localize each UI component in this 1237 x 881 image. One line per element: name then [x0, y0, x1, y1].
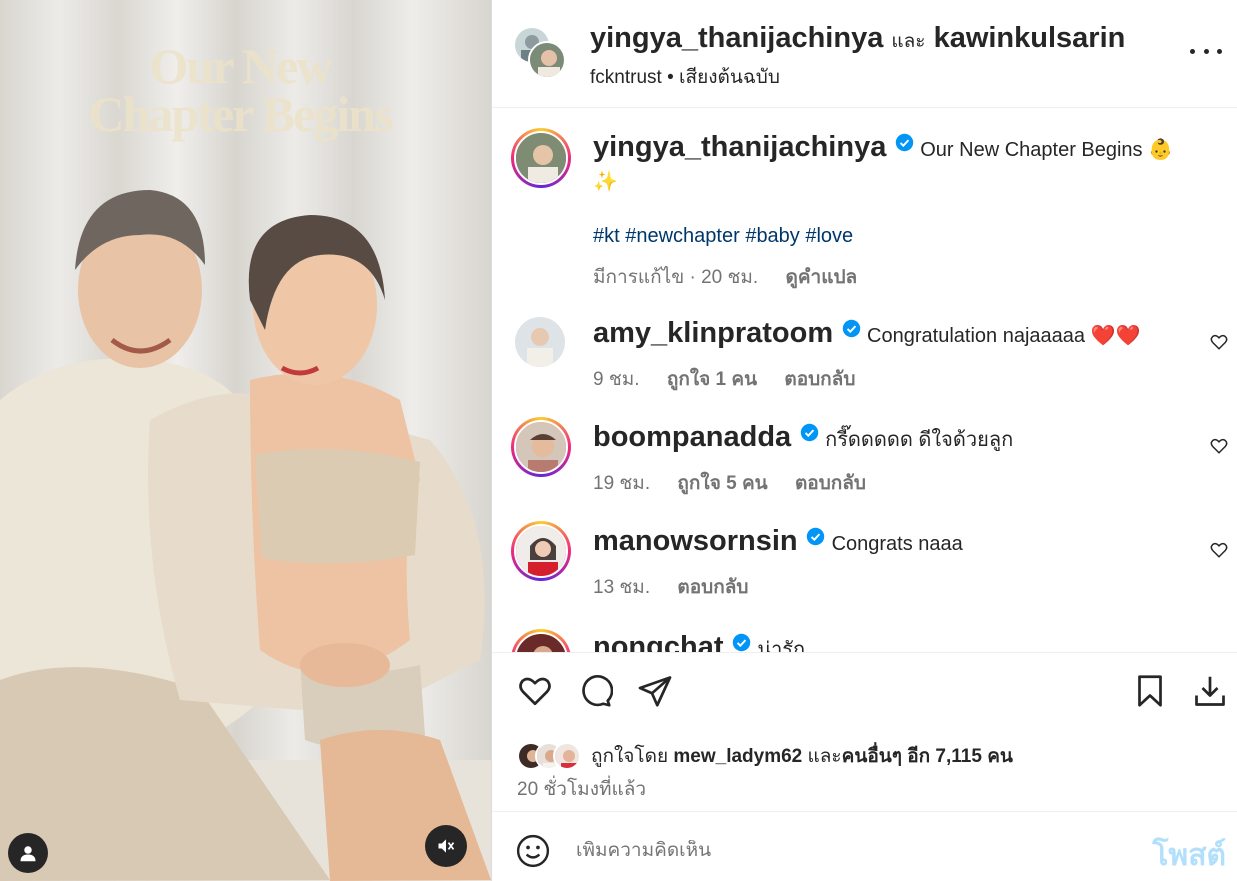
user-icon — [20, 846, 36, 862]
avatar[interactable] — [511, 629, 571, 652]
audio-user[interactable]: fckntrust — [590, 67, 662, 88]
caption-text-line2: ✨ — [593, 171, 618, 193]
verified-badge-icon — [800, 423, 818, 442]
tagged-users-button[interactable] — [8, 833, 48, 873]
avatar[interactable] — [553, 742, 581, 770]
comment-row: boompanadda กรี๊ดดดดด ดีใจด้วยลูก — [593, 421, 1013, 455]
liked-by-row: ถูกใจโดย mew_ladym62 และคนอื่นๆ อีก 7,11… — [517, 741, 1013, 771]
verified-badge-icon — [732, 633, 751, 652]
audio-info: fckntrust • เสียงต้นฉบับ — [590, 62, 780, 92]
comment-time: 13 ชม. — [593, 577, 651, 598]
avatar[interactable] — [511, 521, 571, 581]
comment-likes[interactable]: ถูกใจ 1 คน — [667, 369, 757, 390]
like-comment-heart-icon[interactable] — [1210, 437, 1228, 455]
comment-row: amy_klinpratoom Congratulation najaaaaa … — [593, 317, 1140, 350]
comment-likes[interactable]: ถูกใจ 5 คน — [677, 473, 767, 494]
comment-username[interactable]: boompanadda — [593, 421, 791, 453]
post-header: yingya_thanijachinya และ kawinkulsarin f… — [492, 0, 1237, 108]
emoji-icon[interactable] — [516, 834, 550, 868]
comment-time: 9 ชม. — [593, 369, 640, 390]
verified-badge-icon — [895, 133, 913, 152]
caption-meta: มีการแก้ไข · 20 ชม. ดูคำแปล — [593, 267, 858, 288]
comment-username[interactable]: nongchat — [593, 631, 724, 652]
caption-row: yingya_thanijachinya Our New Chapter Beg… — [593, 131, 1173, 164]
comment-text: Congratulation najaaaaa ❤️❤️ — [867, 325, 1141, 347]
comment-username[interactable]: manowsornsin — [593, 525, 798, 557]
edited-label: มีการแก้ไข — [593, 267, 685, 288]
audio-separator: • — [667, 67, 674, 88]
comment-time: 19 ชม. — [593, 473, 651, 494]
liked-by-prefix: ถูกใจโดย — [591, 746, 669, 767]
audio-label[interactable]: เสียงต้นฉบับ — [679, 67, 780, 88]
add-comment-bar: โพสต์ — [492, 811, 1237, 881]
caption-time: 20 ชม. — [701, 267, 759, 288]
comment-input[interactable] — [576, 840, 1136, 862]
comment-username[interactable]: amy_klinpratoom — [593, 317, 833, 349]
post-time-ago[interactable]: 20 ชั่วโมงที่แล้ว — [517, 774, 646, 804]
caption-text: Our New Chapter Begins 👶 — [920, 139, 1174, 161]
avatar[interactable] — [515, 317, 565, 367]
like-comment-heart-icon[interactable] — [1210, 541, 1228, 559]
post-details-panel: yingya_thanijachinya และ kawinkulsarin f… — [491, 0, 1237, 881]
post-actions: ถูกใจโดย mew_ladym62 และคนอื่นๆ อีก 7,11… — [492, 652, 1237, 812]
comment-text: กรี๊ดดดดด ดีใจด้วยลูก — [825, 429, 1014, 451]
author-username[interactable]: yingya_thanijachinya — [590, 22, 883, 54]
caption-username[interactable]: yingya_thanijachinya — [593, 131, 886, 163]
comment-row: nongchat น่ารัก — [593, 631, 805, 652]
more-options-icon[interactable] — [1190, 40, 1222, 62]
coauthor-username[interactable]: kawinkulsarin — [934, 22, 1126, 54]
caption-hashtags[interactable]: #kt #newchapter #baby #love — [593, 225, 853, 248]
liked-by-others[interactable]: คนอื่นๆ อีก 7,115 คน — [842, 746, 1013, 767]
comment-meta: 13 ชม. ตอบกลับ — [593, 572, 748, 602]
post-media[interactable]: Our New Chapter Begins — [0, 0, 491, 881]
verified-badge-icon — [806, 527, 825, 546]
save-bookmark-icon[interactable] — [1132, 673, 1168, 709]
and-text: และ — [807, 746, 842, 767]
avatar[interactable] — [511, 417, 571, 477]
share-send-icon[interactable] — [637, 673, 673, 709]
verified-badge-icon — [842, 319, 860, 338]
reply-button[interactable]: ตอบกลับ — [795, 473, 866, 494]
comment-meta: 19 ชม. ถูกใจ 5 คน ตอบกลับ — [593, 468, 866, 498]
comments-list[interactable]: yingya_thanijachinya Our New Chapter Beg… — [492, 109, 1237, 652]
comment-text: น่ารัก — [757, 639, 806, 652]
comment-text: Congrats naaa — [831, 533, 963, 555]
reply-button[interactable]: ตอบกลับ — [784, 369, 855, 390]
and-text: และ — [891, 31, 926, 52]
mute-button[interactable] — [425, 825, 467, 867]
caption-avatar[interactable] — [511, 128, 571, 188]
liked-by-user[interactable]: mew_ladym62 — [673, 746, 802, 767]
post-comment-button[interactable]: โพสต์ — [1152, 832, 1226, 879]
liked-by-text: ถูกใจโดย mew_ladym62 และคนอื่นๆ อีก 7,11… — [591, 741, 1013, 771]
reply-button[interactable]: ตอบกลับ — [677, 577, 748, 598]
comment-row: manowsornsin Congrats naaa — [593, 525, 963, 558]
like-comment-heart-icon[interactable] — [1210, 333, 1228, 351]
download-icon[interactable] — [1192, 673, 1228, 709]
speaker-muted-icon — [438, 839, 455, 853]
comment-bubble-icon[interactable] — [577, 673, 613, 709]
media-overlay-title: Our New Chapter Begins — [88, 38, 393, 142]
comment-meta: 9 ชม. ถูกใจ 1 คน ตอบกลับ — [593, 364, 855, 394]
avatar[interactable] — [528, 41, 566, 79]
post-authors: yingya_thanijachinya และ kawinkulsarin — [590, 22, 1125, 56]
like-heart-icon[interactable] — [517, 673, 553, 709]
translate-link[interactable]: ดูคำแปล — [786, 267, 858, 288]
